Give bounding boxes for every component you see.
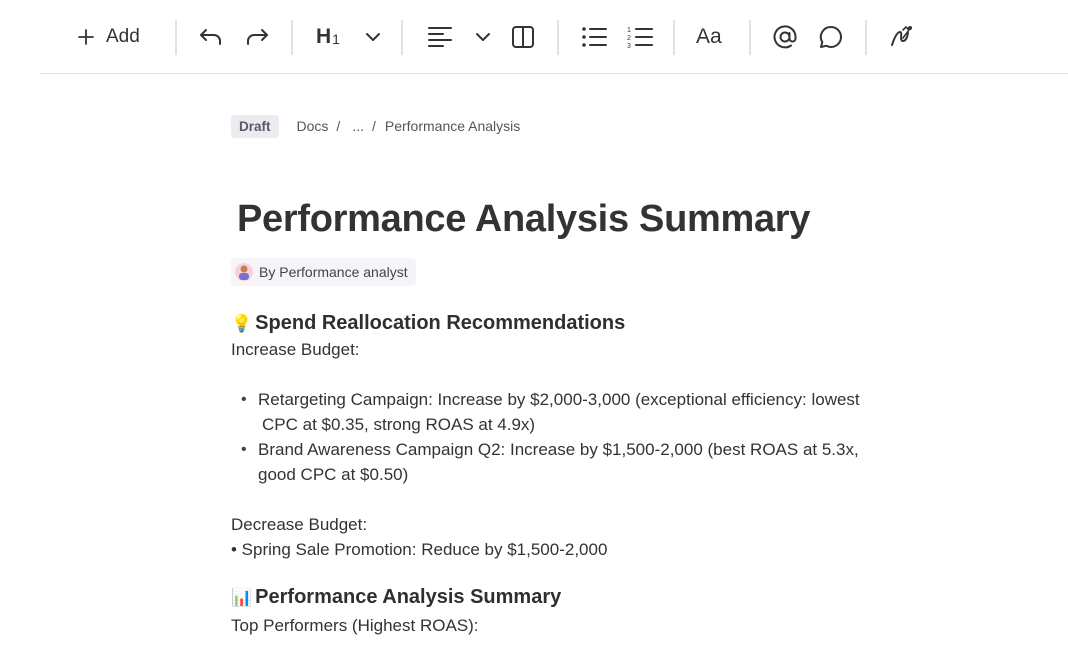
redo-icon — [244, 26, 270, 48]
align-button[interactable] — [426, 20, 454, 54]
heading-style-button[interactable]: H1 — [316, 20, 340, 54]
heading-dropdown-button[interactable] — [362, 20, 384, 54]
author-label: By Performance analyst — [259, 264, 408, 280]
heading-label: H1 — [316, 25, 340, 48]
breadcrumb-separator: / — [371, 118, 376, 134]
bullet-marker: • — [241, 441, 247, 458]
align-left-icon — [428, 26, 452, 48]
mention-icon — [772, 24, 798, 50]
bullet-marker: • — [241, 391, 247, 408]
chevron-down-icon — [475, 32, 491, 42]
add-label: Add — [106, 26, 140, 47]
toolbar-divider — [401, 20, 403, 55]
chevron-down-icon — [365, 32, 381, 42]
add-button[interactable]: Add — [78, 20, 140, 54]
comment-icon — [818, 24, 844, 50]
columns-button[interactable] — [509, 20, 537, 54]
breadcrumb-item-current[interactable]: Performance Analysis — [385, 118, 520, 134]
toolbar-divider — [865, 20, 867, 55]
toolbar-divider — [557, 20, 559, 55]
breadcrumb: Draft Docs / ... / Performance Analysis — [231, 114, 520, 138]
author-chip[interactable]: By Performance analyst — [231, 258, 416, 286]
plus-icon — [78, 29, 94, 45]
numbered-list-icon: 123 — [627, 25, 653, 49]
status-badge[interactable]: Draft — [231, 114, 279, 138]
subheading-top-performers[interactable]: Top Performers (Highest ROAS): — [231, 616, 479, 636]
toolbar-divider — [291, 20, 293, 55]
bulleted-list-icon — [581, 26, 607, 48]
bar-chart-icon: 📊 — [231, 587, 253, 607]
toolbar-divider — [175, 20, 177, 55]
increase-budget-label[interactable]: Increase Budget: — [231, 340, 360, 360]
numbered-list-button[interactable]: 123 — [626, 20, 654, 54]
svg-text:1: 1 — [627, 27, 631, 34]
text-style-button[interactable]: Aa — [696, 20, 722, 54]
undo-icon — [198, 26, 224, 48]
page-title[interactable]: Performance Analysis Summary — [237, 198, 810, 241]
editor-toolbar: Add H1 1 2 3 Aa — [40, 0, 1068, 74]
columns-icon — [511, 25, 535, 49]
section-heading-text: Performance Analysis Summary — [255, 586, 562, 608]
list-item[interactable]: • Spring Sale Promotion: Reduce by $1,50… — [231, 540, 607, 560]
svg-text:2: 2 — [627, 35, 631, 42]
comment-button[interactable] — [817, 20, 845, 54]
ai-assist-button[interactable] — [887, 20, 915, 54]
toolbar-divider — [673, 20, 675, 55]
list-item[interactable]: Retargeting Campaign: Increase by $2,000… — [258, 390, 860, 410]
decrease-budget-label[interactable]: Decrease Budget: — [231, 515, 367, 535]
redo-button[interactable] — [243, 20, 271, 54]
breadcrumb-item-docs[interactable]: Docs — [297, 118, 329, 134]
list-item[interactable]: Brand Awareness Campaign Q2: Increase by… — [258, 440, 859, 460]
avatar — [235, 263, 253, 281]
breadcrumb-separator: / — [336, 118, 341, 134]
section-heading-reallocation[interactable]: 💡 Spend Reallocation Recommendations — [231, 312, 625, 335]
list-item-continuation[interactable]: good CPC at $0.50) — [258, 465, 408, 485]
bulleted-list-button[interactable] — [580, 20, 608, 54]
section-heading-text: Spend Reallocation Recommendations — [255, 312, 626, 334]
align-dropdown-button[interactable] — [472, 20, 494, 54]
section-heading-summary[interactable]: 📊 Performance Analysis Summary — [231, 586, 561, 609]
text-style-label: Aa — [696, 25, 722, 48]
list-item-continuation[interactable]: CPC at $0.35, strong ROAS at 4.9x) — [262, 415, 535, 435]
ai-pen-icon — [888, 24, 914, 50]
undo-button[interactable] — [197, 20, 225, 54]
svg-text:3: 3 — [627, 43, 631, 49]
breadcrumb-item-ellipsis[interactable]: ... — [352, 118, 364, 134]
mention-button[interactable] — [771, 20, 799, 54]
toolbar-divider — [749, 20, 751, 55]
lightbulb-icon: 💡 — [231, 313, 253, 333]
